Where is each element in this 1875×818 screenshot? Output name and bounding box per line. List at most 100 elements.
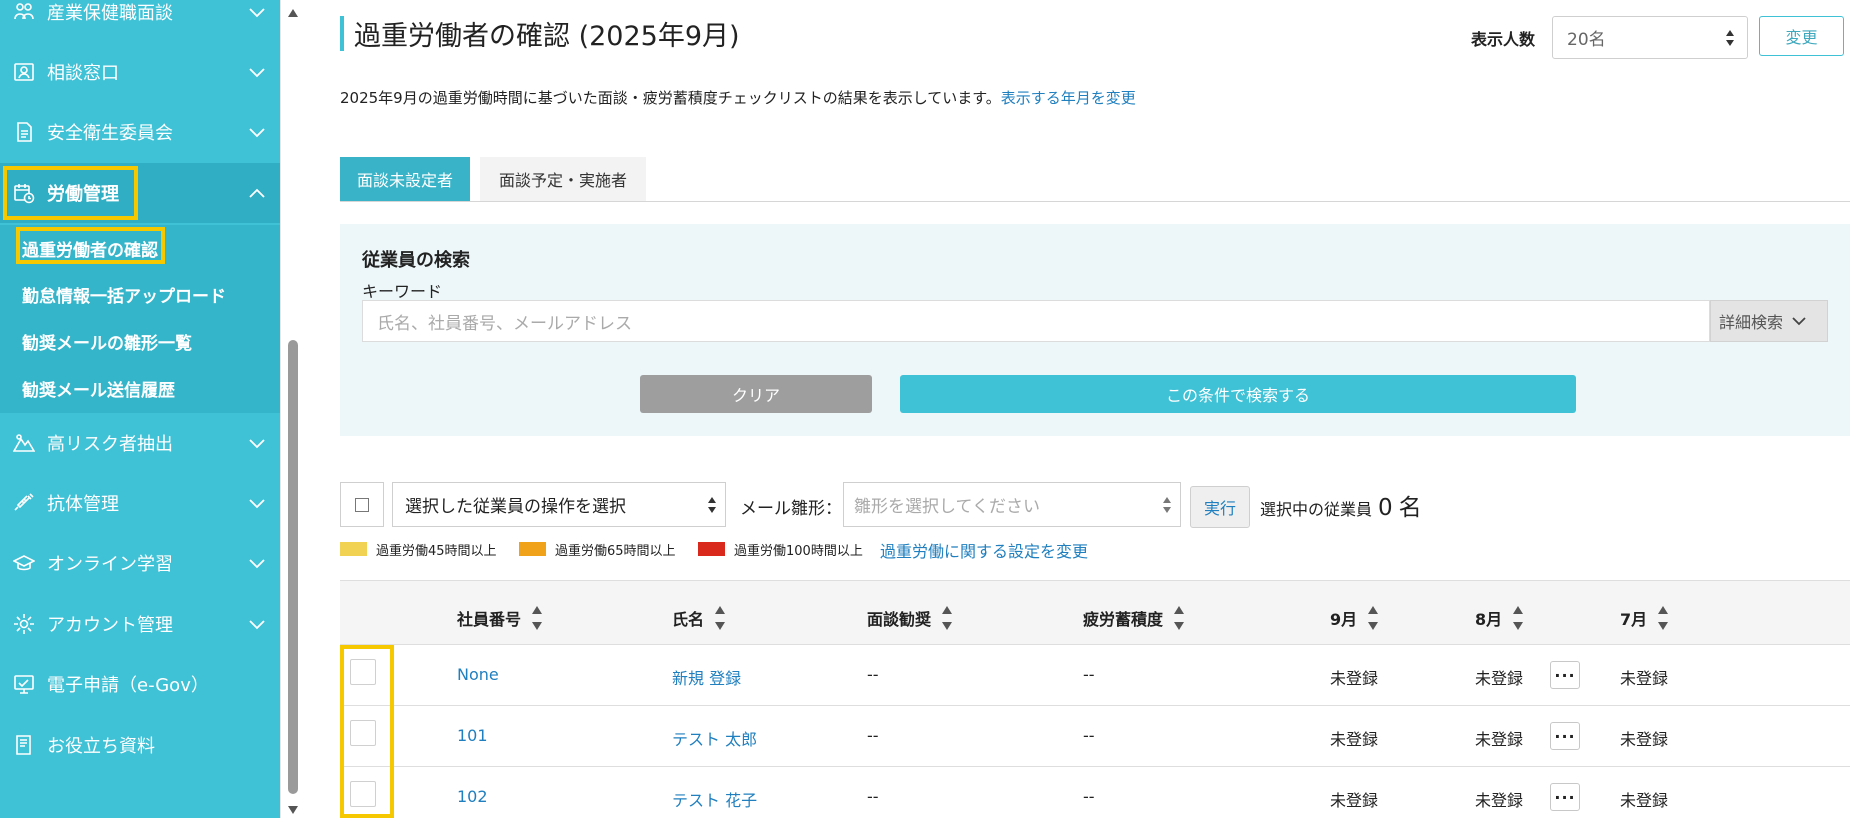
chevron-down-icon — [1792, 317, 1806, 326]
sidebar-item-label: お役立ち資料 — [47, 736, 155, 757]
sidebar-scrollbar[interactable] — [280, 0, 304, 818]
month-cell-jul: 未登録 — [1620, 730, 1669, 749]
overwork-settings-link[interactable]: 過重労働に関する設定を変更 — [880, 538, 1088, 562]
advanced-search-button[interactable]: 詳細検索 — [1710, 300, 1828, 342]
selected-count-number: 0 — [1378, 495, 1393, 521]
employee-id-link[interactable]: 102 — [457, 787, 488, 806]
sidebar-item-label: アカウント管理 — [47, 615, 173, 636]
tab-no-interview[interactable]: 面談未設定者 — [340, 157, 470, 201]
column-header-interview[interactable]: 面談勧奨 — [867, 603, 953, 633]
sidebar-item-consultation[interactable]: 相談窓口 — [0, 42, 280, 102]
mail-template-select[interactable]: 雛形を選択してください — [843, 482, 1181, 527]
title-accent-bar — [340, 16, 344, 51]
sidebar-item-safety-committee[interactable]: 安全衛生委員会 — [0, 102, 280, 162]
highlight-box — [3, 166, 138, 220]
select-all-checkbox[interactable] — [355, 497, 369, 512]
employee-name-link[interactable]: テスト 花子 — [672, 787, 757, 811]
column-header-label: 氏名 — [672, 610, 705, 629]
legend-swatch — [340, 542, 367, 556]
sort-icon[interactable] — [1173, 603, 1185, 633]
selected-count: 選択中の従業員 0 名 — [1260, 488, 1422, 522]
chevron-down-icon — [249, 620, 265, 630]
sidebar-item-occupational-health[interactable]: 産業保健職面談 — [0, 0, 280, 42]
chevron-down-icon — [249, 8, 265, 18]
legend-label: 過重労働100時間以上 — [734, 543, 863, 559]
column-header-sep[interactable]: 9月 — [1330, 603, 1379, 633]
gear-icon — [14, 614, 34, 634]
scroll-up-icon[interactable] — [287, 8, 299, 18]
sidebar-item-antibody[interactable]: 抗体管理 — [0, 473, 280, 533]
search-title: 従業員の検索 — [362, 250, 470, 271]
clear-button[interactable]: クリア — [640, 375, 872, 413]
display-count-label: 表示人数 — [1471, 30, 1536, 49]
change-count-button[interactable]: 変更 — [1759, 16, 1844, 56]
selected-count-unit: 名 — [1398, 495, 1422, 521]
interview-cell: -- — [867, 726, 879, 745]
table-header: 社員番号 氏名 面談勧奨 疲労蓄積度 9月 8月 7月 — [340, 580, 1850, 645]
column-header-label: 8月 — [1475, 610, 1503, 629]
bulk-operation-select[interactable]: 選択した従業員の操作を選択 — [392, 482, 726, 527]
month-cell-jul: 未登録 — [1620, 791, 1669, 810]
book-icon — [16, 735, 31, 755]
column-header-label: 9月 — [1330, 610, 1358, 629]
employee-name-link[interactable]: テスト 太郎 — [672, 726, 757, 750]
app-root: 産業保健職面談 相談窓口 安全衛生委員会 労働管理 過重労働者の確認 勤怠情報一… — [0, 0, 1875, 818]
month-cell-jul: 未登録 — [1620, 669, 1669, 688]
select-arrows-icon — [1726, 30, 1734, 46]
selected-count-label: 選択中の従業員 — [1260, 500, 1373, 519]
execute-button[interactable]: 実行 — [1190, 486, 1250, 528]
interview-cell: -- — [867, 787, 879, 806]
column-header-aug[interactable]: 8月 — [1475, 603, 1524, 633]
submenu-item-attendance-upload[interactable]: 勤怠情報一括アップロード — [22, 282, 226, 307]
column-header-jul[interactable]: 7月 — [1620, 603, 1669, 633]
chevron-down-icon — [249, 439, 265, 449]
legend-label: 過重労働45時間以上 — [376, 543, 497, 559]
sidebar-item-label: 電子申請（e-Gov） — [47, 675, 209, 696]
sidebar-item-resources[interactable]: お役立ち資料 — [0, 715, 280, 775]
column-header-fatigue[interactable]: 疲労蓄積度 — [1083, 603, 1185, 633]
sidebar-item-online-learning[interactable]: オンライン学習 — [0, 533, 280, 593]
sort-icon[interactable] — [941, 603, 953, 633]
table-row: None 新規 登録 -- -- 未登録 未登録 未登録 ··· — [340, 645, 1850, 706]
employee-name-link[interactable]: 新規 登録 — [672, 665, 741, 689]
scroll-down-icon[interactable] — [287, 805, 299, 815]
column-header-employee-id[interactable]: 社員番号 — [457, 603, 543, 633]
sort-icon[interactable] — [714, 603, 726, 633]
fatigue-cell: -- — [1083, 665, 1095, 684]
sidebar-item-high-risk[interactable]: 高リスク者抽出 — [0, 413, 280, 473]
row-more-button[interactable]: ··· — [1550, 661, 1580, 689]
sort-icon[interactable] — [1657, 603, 1669, 633]
table-row: 102 テスト 花子 -- -- 未登録 未登録 未登録 ··· — [340, 767, 1850, 818]
sidebar-item-account[interactable]: アカウント管理 — [0, 594, 280, 654]
fatigue-cell: -- — [1083, 787, 1095, 806]
scrollbar-thumb[interactable] — [288, 340, 298, 794]
document-icon — [17, 122, 32, 142]
employee-id-link[interactable]: 101 — [457, 726, 488, 745]
column-header-label: 疲労蓄積度 — [1083, 610, 1164, 629]
fatigue-cell: -- — [1083, 726, 1095, 745]
keyword-label: キーワード — [362, 282, 443, 301]
chevron-down-icon — [249, 68, 265, 78]
display-count-select[interactable]: 20名 — [1552, 16, 1748, 59]
keyword-search-input[interactable]: 氏名、社員番号、メールアドレス — [362, 300, 1710, 342]
submenu-item-mail-history[interactable]: 勧奨メール送信履歴 — [22, 376, 175, 401]
sort-icon[interactable] — [1512, 603, 1524, 633]
highlight-box — [340, 645, 394, 818]
column-header-name[interactable]: 氏名 — [672, 603, 726, 633]
employee-id-link[interactable]: None — [457, 665, 499, 684]
sidebar-item-label: 相談窓口 — [47, 63, 119, 84]
row-more-button[interactable]: ··· — [1550, 783, 1580, 811]
row-more-button[interactable]: ··· — [1550, 722, 1580, 750]
sort-icon[interactable] — [531, 603, 543, 633]
select-all-checkbox-wrapper[interactable] — [340, 482, 384, 527]
month-cell-aug: 未登録 — [1475, 791, 1524, 810]
employee-search-panel: 従業員の検索 キーワード 氏名、社員番号、メールアドレス 詳細検索 クリア この… — [340, 224, 1850, 436]
mountain-icon — [13, 434, 35, 452]
sidebar-item-e-gov[interactable]: 電子申請（e-Gov） — [0, 654, 280, 714]
search-submit-button[interactable]: この条件で検索する — [900, 375, 1576, 413]
sort-icon[interactable] — [1367, 603, 1379, 633]
tab-scheduled-interview[interactable]: 面談予定・実施者 — [480, 157, 646, 201]
graduation-cap-icon — [13, 555, 35, 571]
change-month-link[interactable]: 表示する年月を変更 — [1001, 89, 1136, 107]
submenu-item-mail-templates[interactable]: 勧奨メールの雛形一覧 — [22, 329, 192, 354]
